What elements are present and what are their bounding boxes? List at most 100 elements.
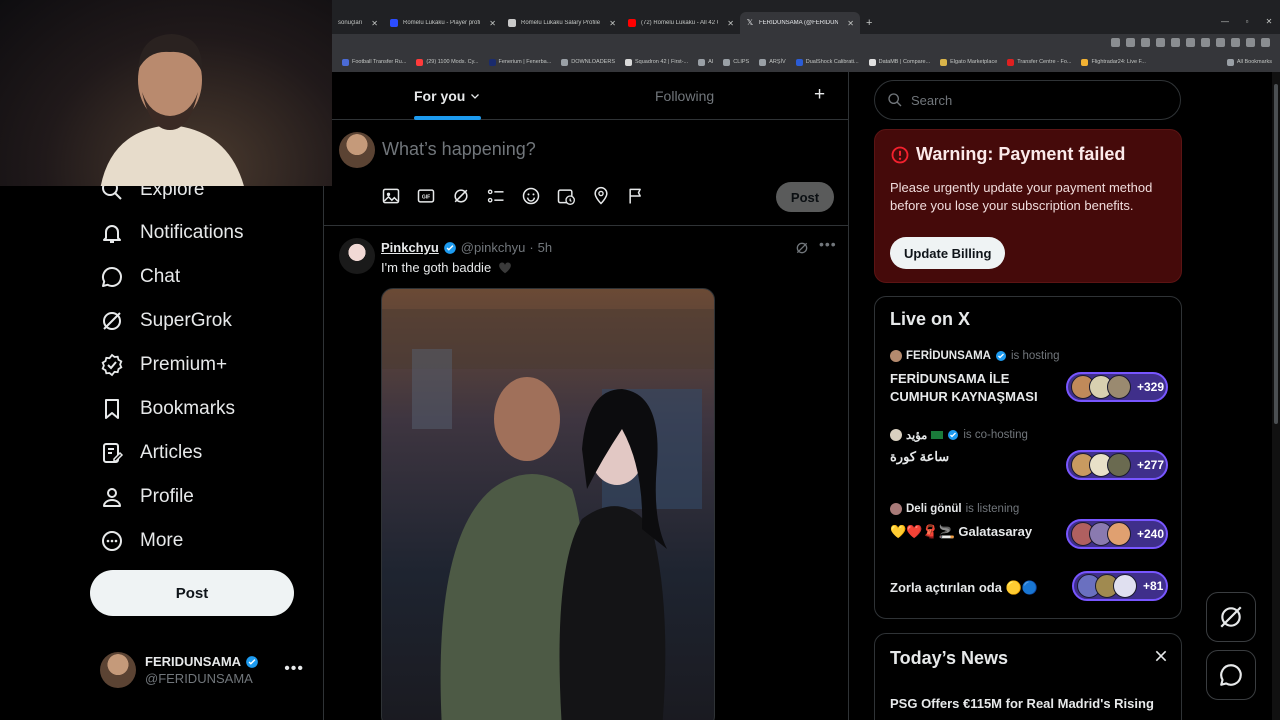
more-options-icon[interactable]: ••• [819,236,837,252]
tab-for-you[interactable]: For you [414,72,482,120]
space-host-row: FERİDUNSAMA is hosting [890,350,1168,362]
bookmark-item[interactable]: Transfer Centre - Fo... [1007,58,1071,66]
schedule-icon[interactable] [556,186,576,206]
bookmark-folder[interactable]: AI [698,58,713,66]
flag-icon[interactable] [626,186,646,206]
nav-chat[interactable]: Chat [100,262,180,292]
bookmark-item[interactable]: Fenerium | Fenerba... [488,58,551,66]
avatar[interactable] [339,238,375,274]
star-icon[interactable] [1156,38,1165,47]
emoji-icon[interactable] [521,186,541,206]
nav-more[interactable]: More [100,526,183,556]
browser-tab[interactable]: (72) Romelu Lukaku - All 42 Go ✕ [622,12,740,34]
bookmark-folder[interactable]: ARŞİV [759,58,786,66]
space-listeners-pill[interactable]: +240 [1066,519,1168,549]
tweet-author-handle[interactable]: @pinkchyu [461,240,526,255]
extension-icons [1111,38,1270,47]
nav-articles[interactable]: Articles [100,438,202,468]
bookmark-folder[interactable]: CLIPS [723,58,749,66]
address-bar[interactable] [332,34,1280,52]
nav-premium[interactable]: Premium+ [100,350,227,380]
location-icon[interactable] [591,186,611,206]
bookmark-item[interactable]: Flightradar24: Live F... [1081,58,1146,66]
compose-post-button[interactable]: Post [776,182,834,212]
tweet-author-name[interactable]: Pinkchyu [381,240,439,255]
grok-floating-button[interactable] [1206,592,1256,642]
chat-floating-button[interactable] [1206,650,1256,700]
bookmark-item[interactable]: Football Transfer Ru... [342,58,406,66]
nav-label: Notifications [140,222,244,243]
browser-tab-active[interactable]: 𝕏 FERIDUNSAMA (@FERIDUNSAM ✕ [740,12,860,34]
extension-icon[interactable] [1186,38,1195,47]
poll-icon[interactable] [486,186,506,206]
gif-icon[interactable]: GIF [416,186,436,206]
image-icon[interactable] [381,186,401,206]
grok-icon[interactable] [451,186,471,206]
close-window-icon[interactable]: ✕ [1258,12,1280,32]
extension-icon[interactable] [1216,38,1225,47]
bookmark-item[interactable]: (29) 1100 Mods. Cy... [416,58,479,66]
page-scrollbar[interactable] [1272,72,1280,720]
browser-tab[interactable]: Romelu Lukaku Salary Profile | ✕ [502,12,622,34]
translate-icon[interactable] [1111,38,1120,47]
space-host-row: Deli gönül is listening [890,503,1168,515]
sidepanel-icon[interactable] [1246,38,1255,47]
warning-title: Warning: Payment failed [916,144,1126,164]
tab-following[interactable]: Following [655,72,714,120]
more-options-icon[interactable]: ••• [284,660,304,678]
browser-tab[interactable]: Romelu Lukaku - Player profile ✕ [384,12,502,34]
close-icon[interactable]: ✕ [609,19,616,28]
menu-icon[interactable] [1261,38,1270,47]
post-button[interactable]: Post [90,570,294,616]
share-icon[interactable] [1141,38,1150,47]
bookmark-item[interactable]: Elgato Marketplace [940,58,997,66]
close-icon[interactable]: ✕ [371,19,378,28]
zoom-icon[interactable] [1126,38,1135,47]
nav-bookmarks[interactable]: Bookmarks [100,394,235,424]
search-input[interactable]: Search [874,80,1181,120]
bookmark-label: Flightradar24: Live F... [1091,59,1146,65]
add-tab-icon[interactable]: + [814,84,825,106]
nav-supergrok[interactable]: SuperGrok [100,306,232,336]
warning-body: Please urgently update your payment meth… [890,180,1153,213]
space-item[interactable]: Deli gönül is listening 💛❤️🧣🚬 Galatasara… [890,503,1168,563]
bookmark-folder[interactable]: DOWNLOADERS [561,58,615,66]
close-icon[interactable]: ✕ [847,19,854,28]
nav-profile[interactable]: Profile [100,482,194,512]
all-bookmarks-folder[interactable]: All Bookmarks [1226,58,1280,66]
close-icon[interactable]: ✕ [489,19,496,28]
browser-tab[interactable]: sonuçları ✕ [332,12,384,34]
close-icon[interactable]: ✕ [727,19,734,28]
scrollbar-thumb[interactable] [1274,84,1278,424]
space-item[interactable]: مؤيد is co-hosting ساعة كورة +277 [890,428,1168,488]
account-switcher[interactable]: FERIDUNSAMA @FERIDUNSAMA ••• [100,650,310,690]
space-listeners-pill[interactable]: +329 [1066,372,1168,402]
news-headline[interactable]: PSG Offers €115M for Real Madrid's Risin… [890,696,1154,711]
space-item[interactable]: Zorla açtırılan oda 🟡🔵 +81 [890,569,1168,609]
tweet[interactable]: Pinkchyu @pinkchyu · 5h I'm the goth bad… [324,226,848,720]
tweet-timestamp[interactable]: 5h [538,240,552,255]
account-name: FERIDUNSAMA [145,654,242,669]
puzzle-icon[interactable] [1231,38,1240,47]
restore-icon[interactable]: ▫ [1236,12,1258,32]
new-tab-button[interactable]: + [866,17,872,29]
minimize-icon[interactable]: — [1214,12,1236,32]
bookmark-item[interactable]: DataMB | Compare... [868,58,930,66]
folder-icon [698,58,706,66]
space-item[interactable]: FERİDUNSAMA is hosting FERİDUNSAMA İLE C… [890,350,1168,410]
space-listeners-pill[interactable]: +81 [1072,571,1168,601]
extension-icon[interactable] [1201,38,1210,47]
extension-icon[interactable] [1171,38,1180,47]
compose-input[interactable]: What’s happening? [382,139,536,160]
grok-icon[interactable] [794,240,810,256]
search-icon [888,93,902,107]
bookmark-item[interactable]: Squadron 42 | First-... [625,58,688,66]
update-billing-button[interactable]: Update Billing [890,237,1006,269]
nav-notifications[interactable]: Notifications [100,218,244,248]
live-on-x-card: Live on X FERİDUNSAMA is hosting FERİDUN… [874,296,1182,619]
bookmark-item[interactable]: DualShock Calibrati... [795,58,859,66]
x-favicon-icon: 𝕏 [746,18,754,27]
space-listeners-pill[interactable]: +277 [1066,450,1168,480]
tweet-photo[interactable] [381,288,715,720]
close-icon[interactable] [1153,648,1169,664]
